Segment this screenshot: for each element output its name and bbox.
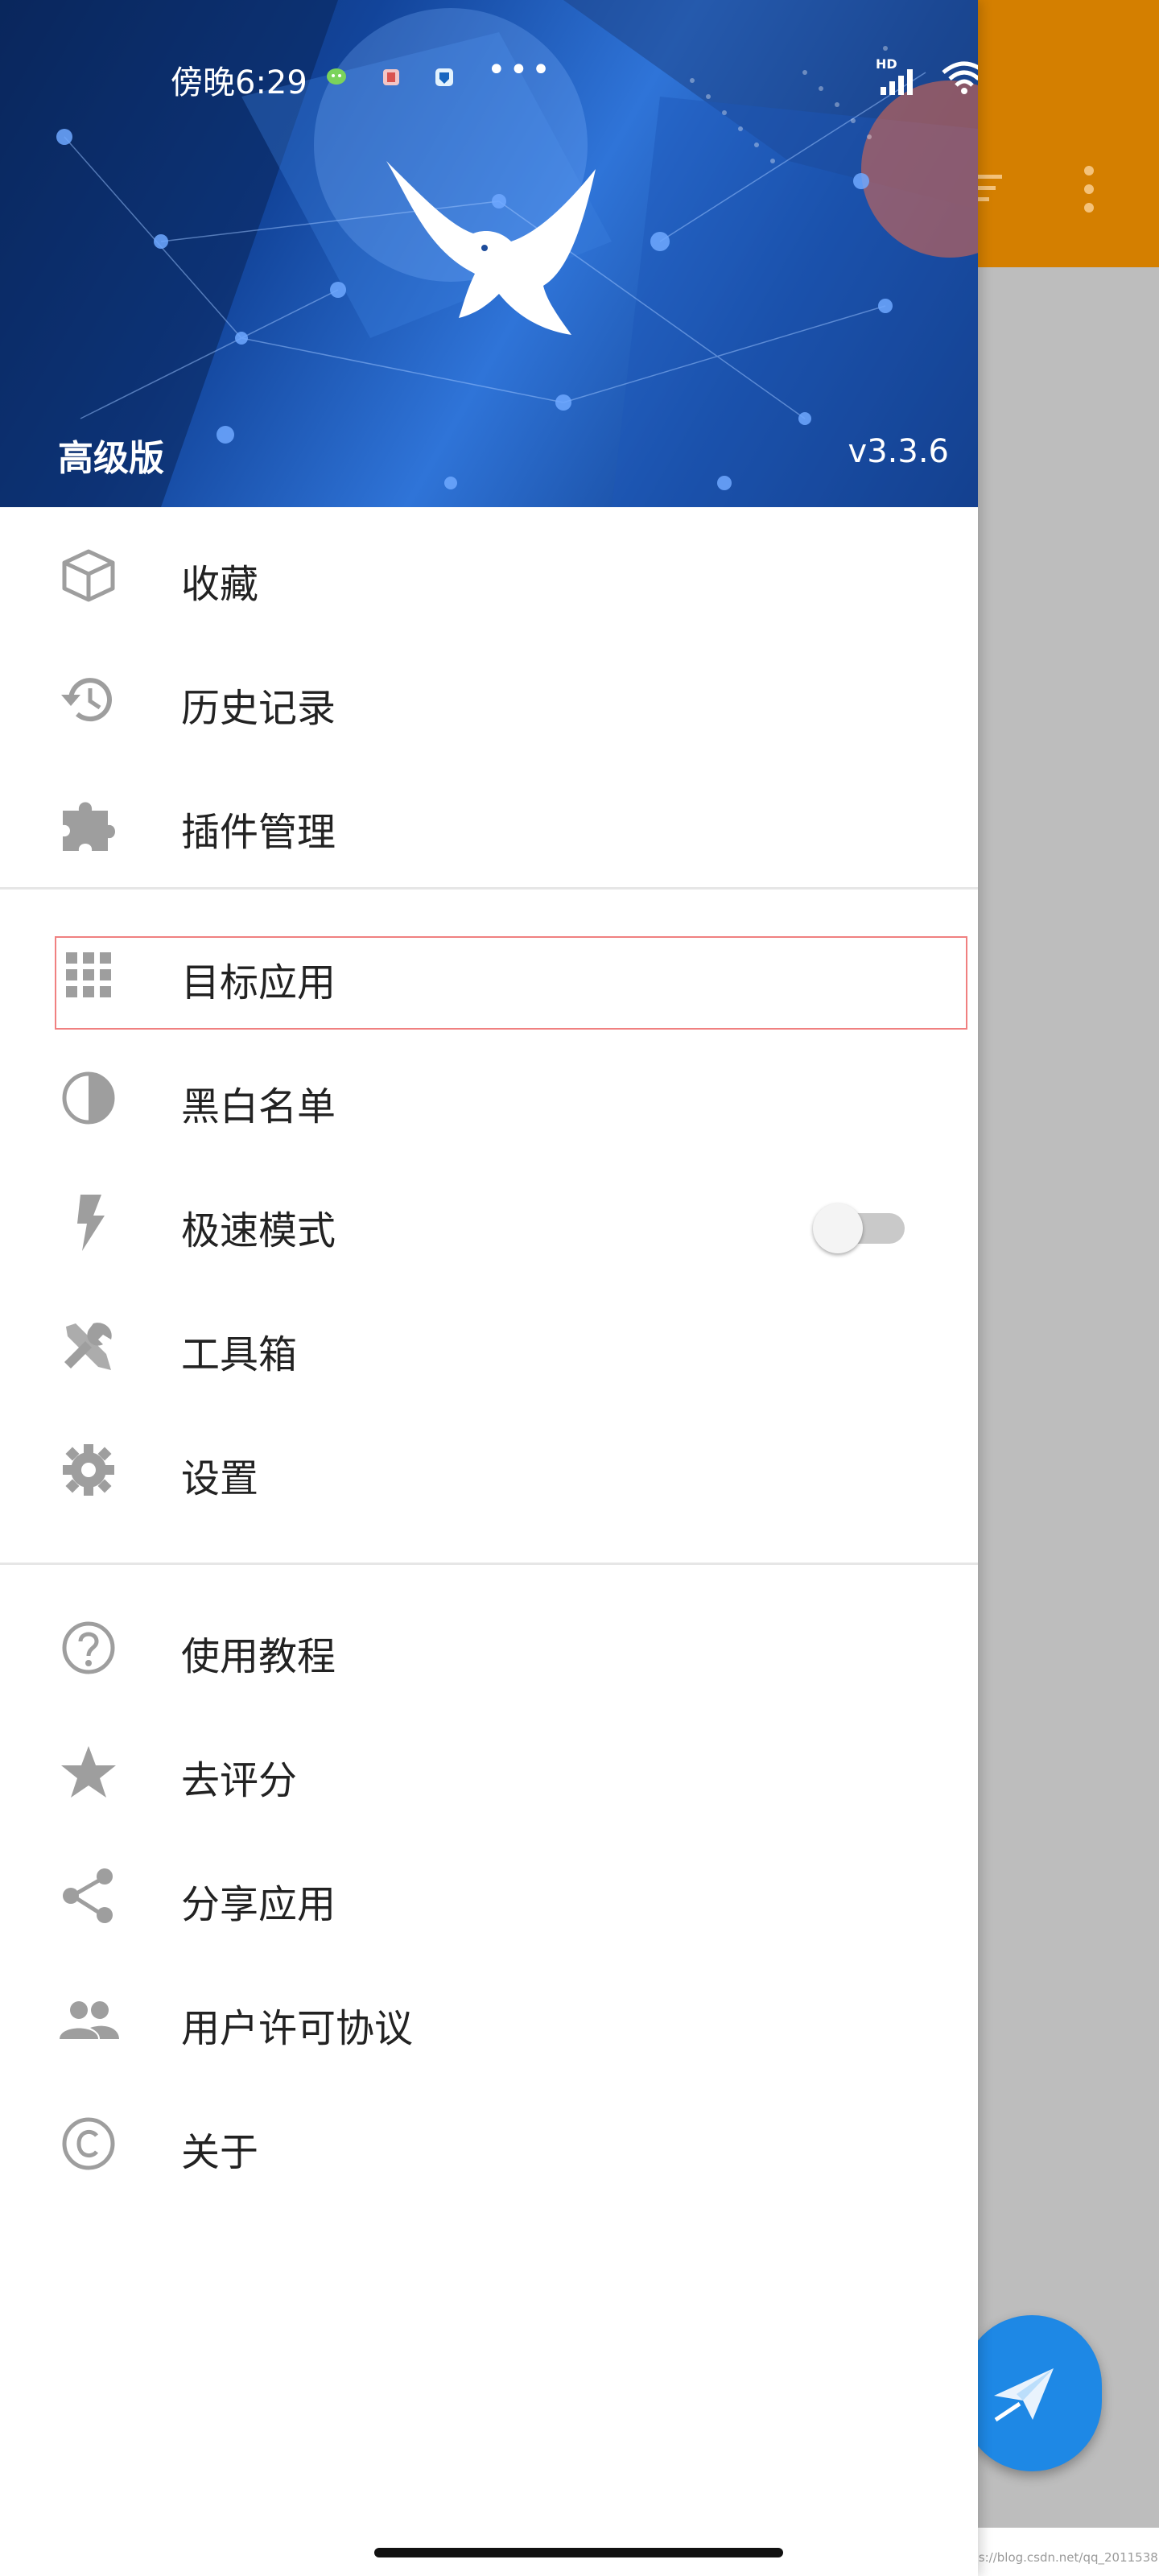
menu-item-toolbox[interactable]: 工具箱 <box>0 1284 978 1408</box>
people-icon <box>60 2001 119 2039</box>
cube-icon <box>62 549 115 602</box>
paper-plane-icon <box>994 2368 1054 2422</box>
menu-item-label: 使用教程 <box>181 1634 336 1679</box>
wechat-icon <box>327 68 346 85</box>
help-icon <box>62 1621 115 1674</box>
watermark-text: https://blog.csdn.net/qq_20115381 <box>954 2550 1159 2565</box>
status-time: 傍晚6:29 <box>171 64 307 101</box>
menu-item-favorites[interactable]: 收藏 <box>0 514 978 638</box>
signal-icon <box>881 69 913 95</box>
menu-item-label: 分享应用 <box>181 1882 336 1927</box>
menu-item-plugins[interactable]: 插件管理 <box>0 762 978 886</box>
status-bar: 傍晚6:29 ••• HD <box>0 48 978 113</box>
menu-item-label: 工具箱 <box>181 1332 298 1377</box>
puzzle-icon <box>63 802 115 851</box>
menu-item-label: 收藏 <box>181 562 259 607</box>
copyright-icon <box>62 2117 115 2170</box>
menu-item-label: 目标应用 <box>181 960 336 1005</box>
menu-item-label: 设置 <box>181 1456 259 1501</box>
history-icon <box>61 678 112 722</box>
menu-item-history[interactable]: 历史记录 <box>0 638 978 762</box>
wifi-icon <box>942 61 978 94</box>
menu-item-blacklist-whitelist[interactable]: 黑白名单 <box>0 1036 978 1160</box>
menu-item-label: 用户许可协议 <box>181 2006 414 2051</box>
edition-label: 高级版 <box>58 438 164 479</box>
menu-item-label: 去评分 <box>181 1758 298 1803</box>
menu-item-label: 黑白名单 <box>181 1084 336 1129</box>
menu-section-secondary: 目标应用 黑白名单 极速模式 工具箱 设置 <box>0 890 978 1532</box>
navigation-drawer: 傍晚6:29 ••• HD 高级版 v3.3.6 收藏 历史记录 插件管理 目标… <box>0 0 978 2576</box>
contrast-icon <box>62 1071 115 1125</box>
eagle-logo-icon <box>386 161 596 335</box>
tools-icon <box>64 1323 112 1370</box>
background-toolbar <box>978 0 1159 267</box>
menu-item-label: 插件管理 <box>181 810 336 855</box>
more-notifications-indicator: ••• <box>487 52 554 89</box>
menu-item-license[interactable]: 用户许可协议 <box>0 1958 978 2082</box>
send-fab-button[interactable] <box>962 2315 1102 2471</box>
menu-item-settings[interactable]: 设置 <box>0 1408 978 1532</box>
star-icon <box>61 1746 116 1798</box>
menu-item-rate[interactable]: 去评分 <box>0 1710 978 1834</box>
shield-app-icon <box>435 68 453 86</box>
lightning-icon <box>77 1195 105 1251</box>
gear-icon <box>63 1444 114 1496</box>
version-label: v3.3.6 <box>848 433 949 470</box>
share-icon <box>63 1868 113 1923</box>
menu-section-info: 使用教程 去评分 分享应用 用户许可协议 关于 <box>0 1565 978 2206</box>
menu-section-primary: 收藏 历史记录 插件管理 <box>0 507 978 887</box>
toggle-thumb <box>813 1203 863 1253</box>
app-notification-icon <box>383 69 399 85</box>
menu-item-label: 极速模式 <box>181 1208 336 1253</box>
drawer-header: 傍晚6:29 ••• HD 高级版 v3.3.6 <box>0 0 978 507</box>
home-indicator[interactable] <box>374 2548 783 2557</box>
menu-item-label: 关于 <box>181 2130 259 2175</box>
background-app <box>978 0 1159 2576</box>
menu-item-target-apps[interactable]: 目标应用 <box>0 928 978 1052</box>
menu-item-about[interactable]: 关于 <box>0 2082 978 2206</box>
menu-item-share-app[interactable]: 分享应用 <box>0 1834 978 1958</box>
more-options-icon[interactable] <box>1073 161 1105 217</box>
menu-item-tutorial[interactable]: 使用教程 <box>0 1586 978 1710</box>
menu-item-turbo-mode[interactable]: 极速模式 <box>0 1160 978 1284</box>
apps-grid-icon <box>66 952 111 997</box>
turbo-mode-toggle[interactable] <box>813 1203 906 1253</box>
menu-item-label: 历史记录 <box>181 686 336 731</box>
